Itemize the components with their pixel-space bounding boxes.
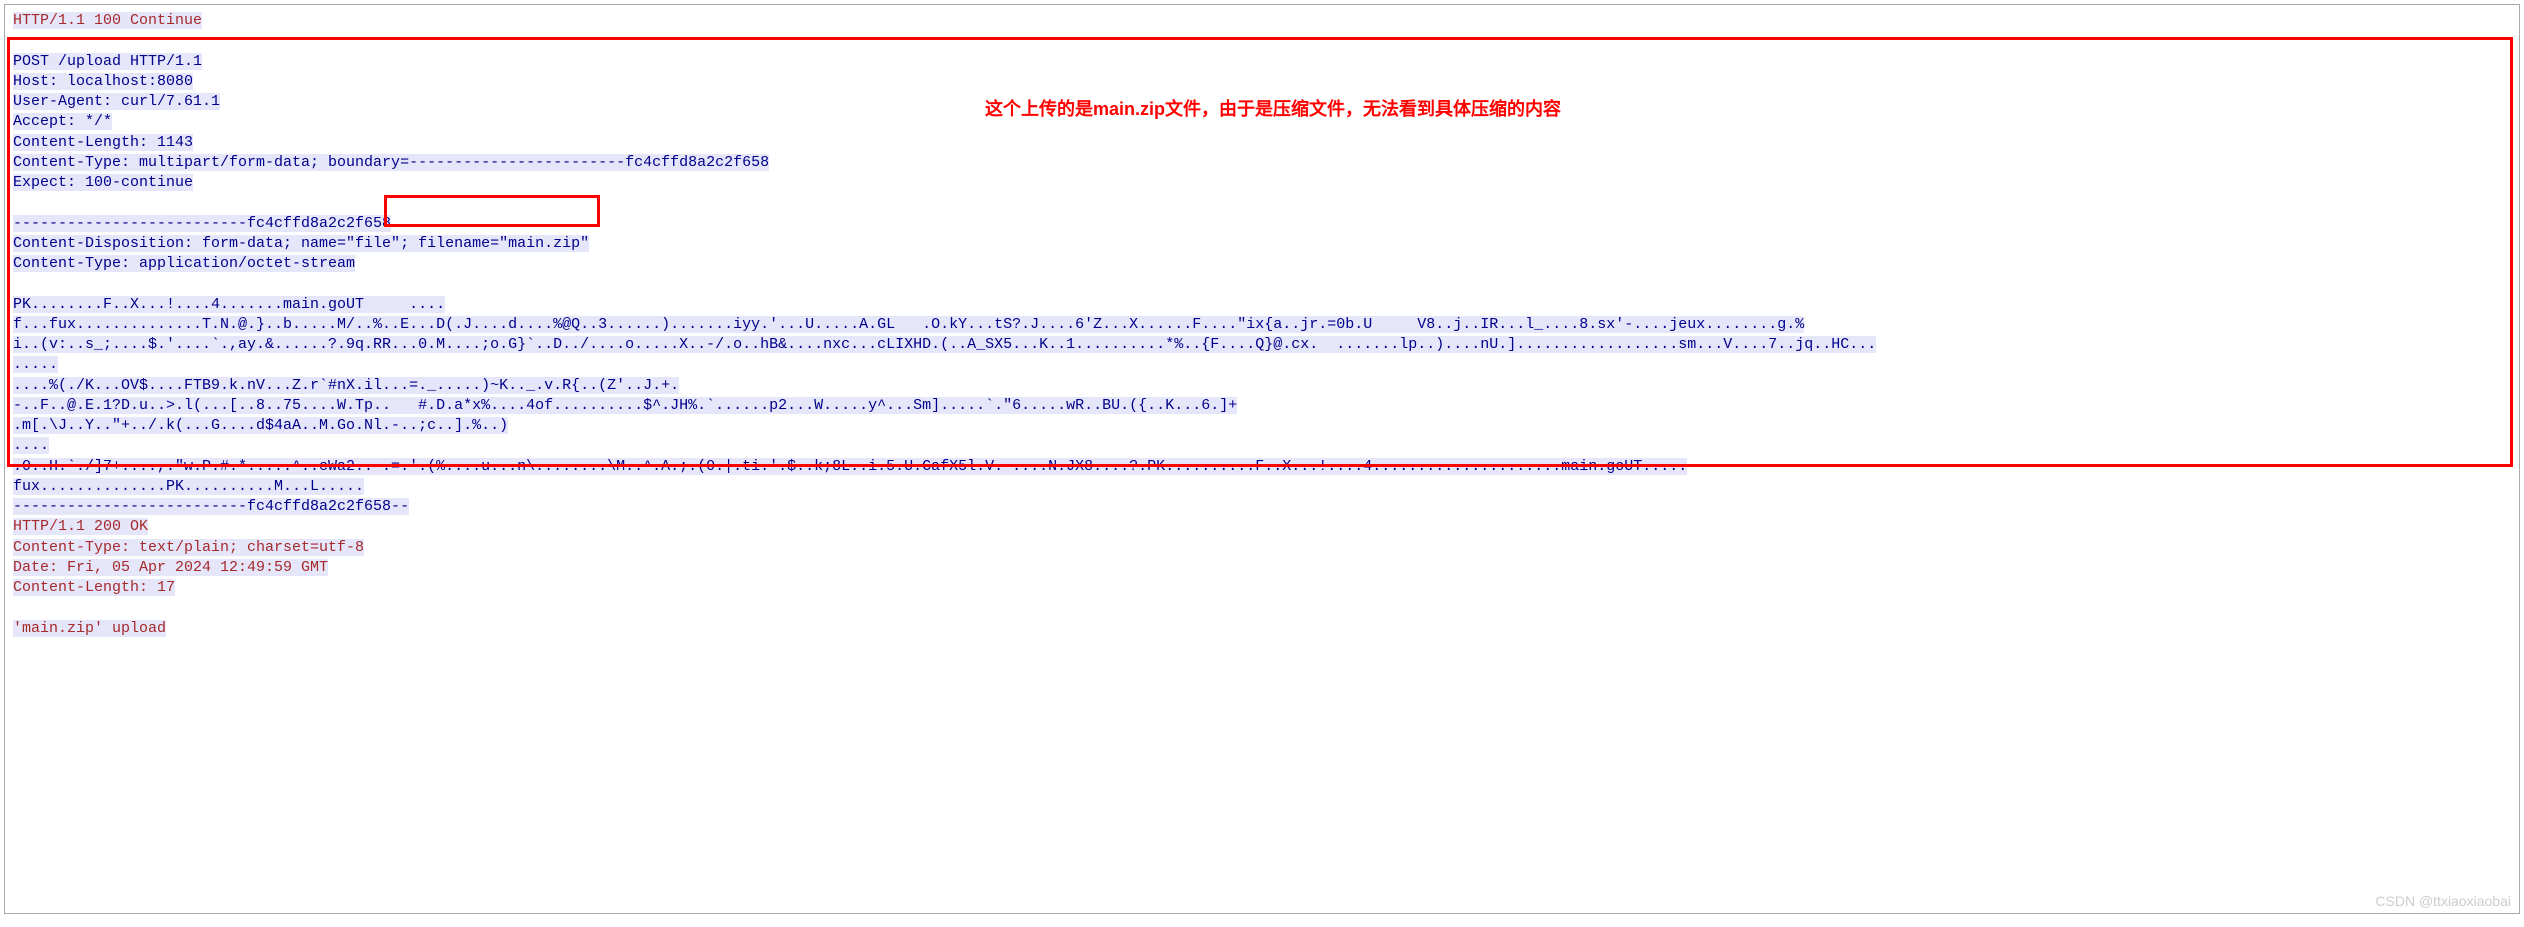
- blank-line: [13, 31, 2511, 51]
- resp-body: 'main.zip' upload: [13, 619, 2511, 639]
- http-dump-panel: HTTP/1.1 100 Continue POST /upload HTTP/…: [4, 4, 2520, 914]
- req-content-type: Content-Type: multipart/form-data; bound…: [13, 153, 2511, 173]
- resp-date: Date: Fri, 05 Apr 2024 12:49:59 GMT: [13, 558, 2511, 578]
- multipart-boundary-close: --------------------------fc4cffd8a2c2f6…: [13, 497, 2511, 517]
- blank-line: [13, 598, 2511, 618]
- resp-content-length: Content-Length: 17: [13, 578, 2511, 598]
- binary-body-line: i..(v:..s_;....$.'....`.,ay.&......?.9q.…: [13, 335, 2511, 355]
- content-disposition: Content-Disposition: form-data; name="fi…: [13, 234, 2511, 254]
- req-host: Host: localhost:8080: [13, 72, 2511, 92]
- binary-body-line: .m[.\J..Y.."+../.k(...G....d$4aA..M.Go.N…: [13, 416, 2511, 436]
- binary-body-line: .0..H.`./]7+....,."w.P.#.*.....^..cWa2..…: [13, 457, 2511, 477]
- req-content-length: Content-Length: 1143: [13, 133, 2511, 153]
- watermark: CSDN @ttxiaoxiaobai: [2375, 892, 2511, 911]
- request-line: POST /upload HTTP/1.1: [13, 52, 2511, 72]
- binary-body-line: ....%(./K...OV$....FTB9.k.nV...Z.r`#nX.i…: [13, 376, 2511, 396]
- binary-body-line: ....: [13, 436, 2511, 456]
- part-content-type: Content-Type: application/octet-stream: [13, 254, 2511, 274]
- binary-body-line: f...fux..............T.N.@.}..b.....M/..…: [13, 315, 2511, 335]
- binary-body-line: fux..............PK..........M...L.....: [13, 477, 2511, 497]
- response-100-status: HTTP/1.1 100 Continue: [13, 11, 2511, 31]
- blank-line: [13, 274, 2511, 294]
- req-expect: Expect: 100-continue: [13, 173, 2511, 193]
- binary-body-line: -..F..@.E.1?D.u..>.l(...[..8..75....W.Tp…: [13, 396, 2511, 416]
- filename-token: filename="main.zip": [418, 235, 589, 252]
- binary-body-line: PK........F..X...!....4.......main.goUT …: [13, 295, 2511, 315]
- blank-line: [13, 193, 2511, 213]
- response-200-status: HTTP/1.1 200 OK: [13, 517, 2511, 537]
- annotation-text: 这个上传的是main.zip文件，由于是压缩文件，无法看到具体压缩的内容: [985, 97, 1561, 121]
- binary-body-line: .....: [13, 355, 2511, 375]
- resp-content-type: Content-Type: text/plain; charset=utf-8: [13, 538, 2511, 558]
- multipart-boundary-open: --------------------------fc4cffd8a2c2f6…: [13, 214, 2511, 234]
